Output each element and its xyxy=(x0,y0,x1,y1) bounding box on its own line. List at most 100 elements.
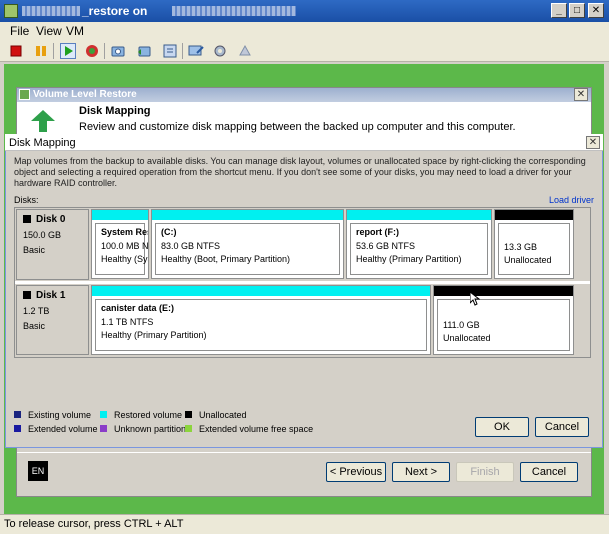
unallocated-size: 13.3 GB xyxy=(504,242,538,252)
partition-status: Healthy (Boot, Primary Partition) xyxy=(161,254,291,264)
partition-size: 53.6 GB NTFS xyxy=(356,241,416,251)
partition-status: Healthy (Primary Partition) xyxy=(101,330,207,340)
partition-c[interactable]: (C:) 83.0 GB NTFS Healthy (Boot, Primary… xyxy=(151,209,344,279)
toolbar-separator xyxy=(104,43,105,59)
snapshot-icon[interactable] xyxy=(110,43,126,59)
redacted-host-name xyxy=(172,6,296,16)
legend-swatch xyxy=(100,425,107,432)
next-button[interactable]: Next > xyxy=(392,462,450,482)
legend-swatch xyxy=(185,411,192,418)
vm-settings-icon[interactable] xyxy=(212,43,228,59)
previous-button[interactable]: < Previous xyxy=(326,462,386,482)
menu-view[interactable]: View xyxy=(36,24,62,38)
pause-icon[interactable] xyxy=(33,43,49,59)
revert-snapshot-icon[interactable] xyxy=(136,43,152,59)
toolbar-separator xyxy=(53,43,54,59)
partition-status: Healthy (Primary Partition) xyxy=(356,254,462,264)
partition-size: 83.0 GB NTFS xyxy=(161,241,221,251)
network-icon[interactable] xyxy=(237,43,253,59)
load-driver-link[interactable]: Load driver xyxy=(549,195,594,205)
dialog-title: Disk Mapping xyxy=(9,137,76,149)
up-arrow-icon xyxy=(31,110,55,135)
wizard-title: Volume Level Restore xyxy=(33,89,137,100)
partition-name: System Res xyxy=(101,227,149,237)
wizard-header: Disk Mapping Review and customize disk m… xyxy=(17,102,591,134)
dialog-close-button[interactable]: ✕ xyxy=(586,136,600,149)
partition-color-bar xyxy=(495,210,573,220)
unallocated-space[interactable]: 111.0 GB Unallocated xyxy=(433,285,574,355)
wizard-step-subtitle: Review and customize disk mapping betwee… xyxy=(79,121,516,133)
partition-box: canister data (E:) 1.1 TB NTFS Healthy (… xyxy=(95,299,427,351)
disk-1-header[interactable]: Disk 1 1.2 TB Basic xyxy=(16,285,89,355)
partition-color-bar xyxy=(434,286,573,296)
partition-box: System Res 100.0 MB NTF Healthy (Sys xyxy=(95,223,148,275)
power-on-icon[interactable] xyxy=(60,43,76,59)
disk-size: 1.2 TB xyxy=(23,306,50,316)
power-off-icon[interactable] xyxy=(8,43,24,59)
partition-color-bar xyxy=(347,210,491,220)
unallocated-label: Unallocated xyxy=(504,255,552,265)
unallocated-label: Unallocated xyxy=(443,333,491,343)
disk-name: Disk 1 xyxy=(36,290,66,301)
menu-bar: File View VM xyxy=(0,22,609,40)
partition-name: report (F:) xyxy=(356,227,399,237)
legend-label: Extended volume xyxy=(28,424,98,434)
legend-label: Unallocated xyxy=(199,410,247,420)
partition-color-bar xyxy=(152,210,343,220)
unallocated-size: 111.0 GB xyxy=(443,320,480,330)
language-indicator[interactable]: EN xyxy=(28,461,48,481)
partition-name: canister data (E:) xyxy=(101,303,175,313)
unallocated-space[interactable]: 13.3 GB Unallocated xyxy=(494,209,574,279)
window-title-bar[interactable]: _restore on _ □ ✕ xyxy=(0,0,609,22)
window-title: _restore on xyxy=(82,4,148,18)
maximize-button[interactable]: □ xyxy=(569,3,585,18)
partition-box: report (F:) 53.6 GB NTFS Healthy (Primar… xyxy=(350,223,488,275)
mouse-cursor-icon xyxy=(469,290,481,309)
reset-icon[interactable] xyxy=(84,43,100,59)
console-settings-icon[interactable] xyxy=(188,43,204,59)
legend-label: Unknown partition xyxy=(114,424,187,434)
minimize-button[interactable]: _ xyxy=(551,3,567,18)
status-bar: To release cursor, press CTRL + ALT xyxy=(0,514,609,534)
disks-label: Disks: xyxy=(14,195,39,205)
legend: Existing volume Restored volume Unalloca… xyxy=(14,410,344,436)
disk-0-header[interactable]: Disk 0 150.0 GB Basic xyxy=(16,209,89,280)
wizard-app-icon xyxy=(19,89,30,100)
close-button[interactable]: ✕ xyxy=(588,3,604,18)
disk-size: 150.0 GB xyxy=(23,230,62,240)
disk-name: Disk 0 xyxy=(36,214,66,225)
legend-swatch xyxy=(14,411,21,418)
dialog-description: Map volumes from the backup to available… xyxy=(14,156,586,188)
redacted-vm-name xyxy=(22,6,80,16)
toolbar xyxy=(0,40,609,62)
dialog-title-bar: Disk Mapping xyxy=(5,134,603,151)
finish-button[interactable]: Finish xyxy=(456,462,514,482)
legend-label: Existing volume xyxy=(28,410,92,420)
snapshot-manager-icon[interactable] xyxy=(162,43,178,59)
wizard-cancel-button[interactable]: Cancel xyxy=(520,462,578,482)
legend-swatch xyxy=(14,425,21,432)
disk-type: Basic xyxy=(23,321,46,331)
partition-color-bar xyxy=(92,286,430,296)
partition-size: 100.0 MB NTF xyxy=(101,241,149,251)
partition-system-reserved[interactable]: System Res 100.0 MB NTF Healthy (Sys xyxy=(91,209,149,279)
partition-report-f[interactable]: report (F:) 53.6 GB NTFS Healthy (Primar… xyxy=(346,209,492,279)
menu-vm[interactable]: VM xyxy=(66,24,84,38)
partition-size: 1.1 TB NTFS xyxy=(101,317,154,327)
menu-file[interactable]: File xyxy=(10,24,29,38)
partition-box: 111.0 GB Unallocated xyxy=(437,299,570,351)
legend-swatch xyxy=(185,425,192,432)
dialog-cancel-button[interactable]: Cancel xyxy=(535,417,589,437)
partition-color-bar xyxy=(92,210,148,220)
wizard-close-button[interactable]: ✕ xyxy=(574,88,588,101)
wizard-step-title: Disk Mapping xyxy=(79,105,151,117)
partition-box: (C:) 83.0 GB NTFS Healthy (Boot, Primary… xyxy=(155,223,340,275)
disk-icon xyxy=(23,215,31,223)
ok-button[interactable]: OK xyxy=(475,417,529,437)
partition-canister-data-e[interactable]: canister data (E:) 1.1 TB NTFS Healthy (… xyxy=(91,285,431,355)
partition-box: 13.3 GB Unallocated xyxy=(498,223,570,275)
toolbar-separator xyxy=(182,43,183,59)
disk-icon xyxy=(23,291,31,299)
legend-label: Restored volume xyxy=(114,410,183,420)
legend-swatch xyxy=(100,411,107,418)
